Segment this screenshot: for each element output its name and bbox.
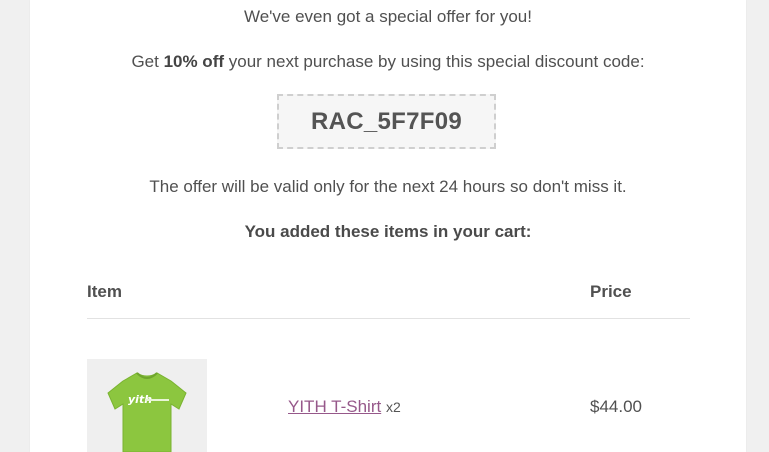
product-price: $44.00 (590, 397, 642, 416)
product-link[interactable]: YITH T-Shirt (288, 397, 381, 416)
discount-suffix: your next purchase by using this special… (224, 52, 645, 71)
product-thumbnail[interactable]: yith (87, 359, 207, 452)
offer-line: We've even got a special offer for you! (243, 7, 532, 26)
table-divider (87, 318, 690, 319)
email-body: We've even got a special offer for you! … (30, 0, 746, 452)
column-header-item: Item (87, 282, 122, 301)
coupon-code: RAC_5F7F09 (310, 107, 463, 135)
validity-note: The offer will be valid only for the nex… (149, 177, 627, 196)
column-header-price: Price (590, 282, 632, 301)
table-row: YITH T-Shirt x2 (288, 397, 401, 417)
cart-heading: You added these items in your cart: (244, 222, 532, 241)
green-tshirt-icon: yith (87, 359, 207, 452)
discount-line: Get 10% off your next purchase by using … (30, 52, 746, 72)
discount-amount: 10% off (163, 52, 225, 71)
product-quantity: x2 (385, 399, 401, 415)
discount-prefix: Get (131, 52, 164, 71)
coupon-code-box: RAC_5F7F09 (277, 94, 496, 149)
